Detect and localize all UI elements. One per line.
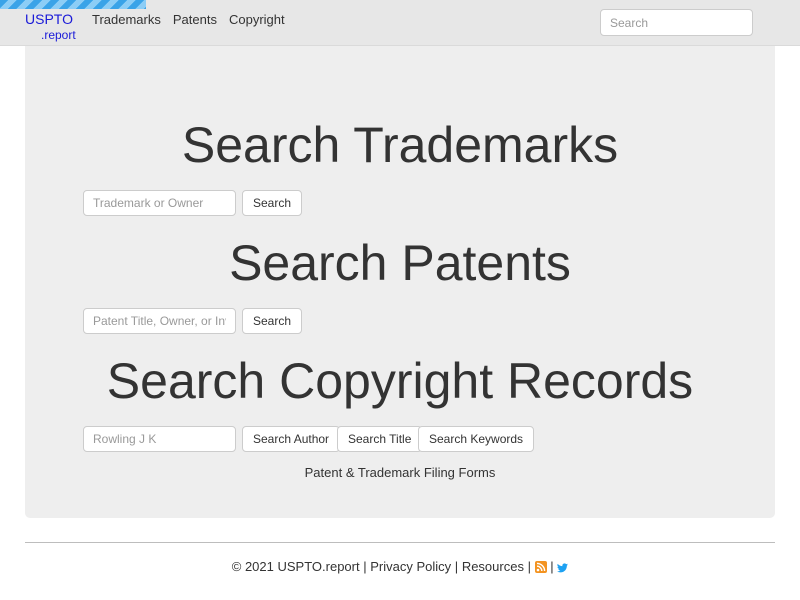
search-panel: Search Trademarks Search Search Patents …: [25, 46, 775, 518]
twitter-link[interactable]: [557, 559, 569, 574]
trademark-search-input[interactable]: [83, 190, 236, 216]
patent-search-input[interactable]: [83, 308, 236, 334]
rss-link[interactable]: [534, 559, 551, 574]
search-keywords-button[interactable]: Search Keywords: [418, 426, 535, 452]
brand-suffix: .report: [41, 28, 76, 42]
footer-separator: |: [550, 559, 554, 574]
footer-copyright: © 2021 USPTO.report: [231, 559, 360, 574]
footer-separator: |: [527, 559, 531, 574]
search-author-button[interactable]: Search Author: [242, 426, 341, 452]
nav-links: Trademarks Patents Copyright: [86, 13, 291, 27]
footer-separator: |: [363, 559, 367, 574]
twitter-icon: [557, 563, 569, 573]
brand-logo-link[interactable]: USPTO .report: [25, 11, 76, 42]
nav-item-patents[interactable]: Patents: [167, 13, 223, 27]
trademarks-heading: Search Trademarks: [181, 117, 619, 173]
trademark-search-button[interactable]: Search: [242, 190, 303, 216]
footer-separator: |: [454, 559, 459, 574]
privacy-policy-link[interactable]: Privacy Policy: [370, 559, 451, 574]
copyright-heading: Search Copyright Records: [106, 353, 694, 409]
patent-search-button[interactable]: Search: [242, 308, 303, 334]
progress-stripe: [0, 0, 146, 9]
search-title-button[interactable]: Search Title: [337, 426, 423, 452]
resources-link[interactable]: Resources: [462, 559, 524, 574]
footer-divider: [25, 542, 775, 543]
rss-icon: [534, 561, 547, 573]
copyright-search-input[interactable]: [83, 426, 236, 452]
brand-name: USPTO: [25, 11, 73, 27]
footer: © 2021 USPTO.report | Privacy Policy | R…: [0, 559, 800, 575]
nav-item-trademarks[interactable]: Trademarks: [86, 13, 167, 27]
nav-search-input[interactable]: [600, 9, 753, 36]
top-navbar: USPTO .report Trademarks Patents Copyrig…: [0, 0, 800, 46]
nav-item-copyright[interactable]: Copyright: [223, 13, 291, 27]
patents-heading: Search Patents: [229, 235, 571, 291]
filing-forms-link[interactable]: Patent & Trademark Filing Forms: [25, 465, 775, 480]
